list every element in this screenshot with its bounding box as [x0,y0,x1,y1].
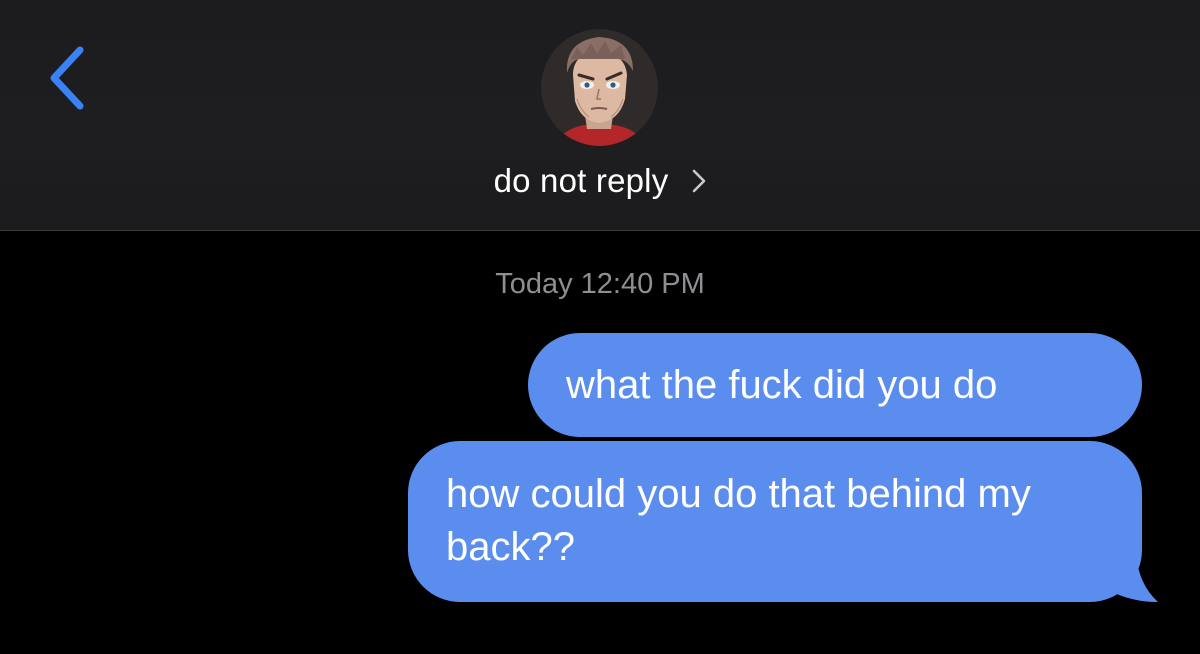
outgoing-message-bubble[interactable]: how could you do that behind my back?? [408,441,1142,602]
outgoing-message-bubble[interactable]: what the fuck did you do [528,333,1142,437]
contact-name: do not reply [493,162,669,199]
conversation-header: do not reply [0,0,1200,231]
message-timestamp: Today 12:40 PM [495,268,705,300]
message-text: what the fuck did you do [566,363,998,407]
chevron-left-icon [50,46,84,110]
contact-avatar[interactable] [541,29,658,146]
contact-details-button[interactable]: do not reply [0,158,1200,204]
messages-screen: do not reply Today 12:40 PM what the fuc… [0,0,1200,654]
back-button[interactable] [40,40,100,116]
avatar-image [541,29,658,146]
message-text: how could you do that behind my back?? [446,472,1031,569]
chevron-right-icon [693,169,706,193]
